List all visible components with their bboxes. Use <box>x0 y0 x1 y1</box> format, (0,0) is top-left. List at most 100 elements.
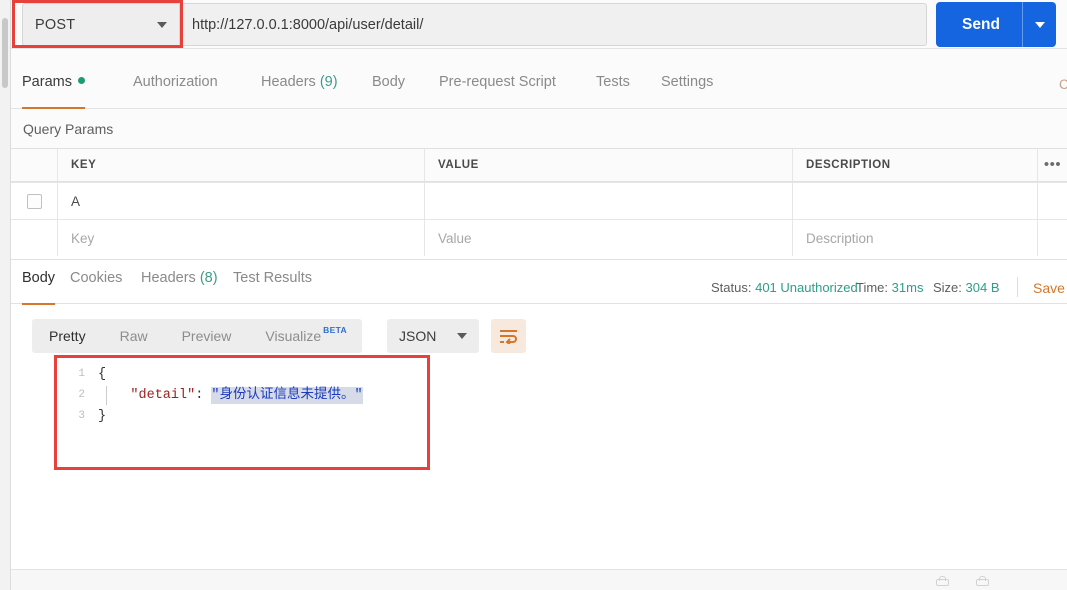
new-row-description-input[interactable]: Description <box>793 220 1038 256</box>
line-number: 3 <box>78 410 85 422</box>
table-header-row: KEY VALUE DESCRIPTION ••• <box>11 148 1067 182</box>
header-description-label: DESCRIPTION <box>806 159 891 171</box>
response-tab-headers-count: (8) <box>199 270 218 286</box>
new-row-key-input[interactable]: Key <box>58 220 425 256</box>
response-tab-body[interactable]: Body <box>22 270 56 305</box>
bulk-edit-button[interactable]: ••• <box>1038 149 1067 181</box>
view-visualize-button[interactable]: Visualize BETA <box>248 319 362 353</box>
tab-body-label: Body <box>372 74 406 90</box>
main-panel: POST http://127.0.0.1:8000/api/user/deta… <box>11 0 1067 590</box>
find-icon[interactable] <box>936 576 949 587</box>
chevron-down-icon <box>1034 21 1045 28</box>
response-tab-cookies[interactable]: Cookies <box>70 270 122 305</box>
tab-params[interactable]: Params <box>22 74 85 109</box>
view-pretty-label: Pretty <box>49 328 86 344</box>
json-property-value: "身份认证信息未提供。" <box>211 387 363 404</box>
response-language-label: JSON <box>399 328 437 344</box>
http-method-selector[interactable]: POST <box>22 3 179 46</box>
request-tabs: Params Authorization Headers (9) Body Pr… <box>11 49 1067 109</box>
header-cell-select <box>11 149 58 181</box>
tab-settings-label: Settings <box>661 74 714 90</box>
new-row-description-placeholder: Description <box>806 230 874 246</box>
response-tab-test-results[interactable]: Test Results <box>233 270 312 305</box>
json-open-brace: { <box>98 367 107 382</box>
size-value: 304 B <box>965 280 1000 295</box>
time-value: 31ms <box>891 280 924 295</box>
response-tab-body-label: Body <box>22 270 56 286</box>
view-pretty-button[interactable]: Pretty <box>32 319 103 353</box>
console-icon[interactable] <box>976 576 989 587</box>
postman-window: POST http://127.0.0.1:8000/api/user/deta… <box>0 0 1067 590</box>
tab-settings[interactable]: Settings <box>661 74 713 109</box>
header-cell-description: DESCRIPTION <box>793 149 1038 181</box>
tab-headers-label: Headers <box>261 74 316 90</box>
response-body-viewer[interactable]: 1 2 3 { "detail": "身份认证信息未提供。"} <box>22 360 1067 560</box>
toolbar-divider <box>382 319 383 353</box>
time-indicator: Time: 31ms <box>856 280 923 295</box>
response-view-switcher: Pretty Raw Preview Visualize BETA <box>32 319 362 353</box>
tab-pre-request-script-label: Pre-request Script <box>439 74 556 90</box>
sidebar-scrollbar[interactable] <box>2 18 8 88</box>
tab-headers-count: (9) <box>319 74 338 90</box>
ellipsis-icon: ••• <box>1043 156 1062 173</box>
new-row-checkbox-cell <box>11 220 58 256</box>
request-url-text: http://127.0.0.1:8000/api/user/detail/ <box>192 16 424 33</box>
response-tabs-bar: Body Cookies Headers (8) Test Results St… <box>11 259 1067 305</box>
new-row-key-placeholder: Key <box>71 230 95 246</box>
response-tab-headers-label: Headers <box>141 270 196 286</box>
header-key-label: KEY <box>71 159 97 171</box>
wrap-text-button[interactable] <box>491 319 526 353</box>
json-property-key: "detail" <box>130 388 196 403</box>
line-number: 1 <box>78 368 85 380</box>
response-language-selector[interactable]: JSON <box>387 319 479 353</box>
row-checkbox-cell[interactable] <box>11 183 58 219</box>
view-raw-label: Raw <box>119 328 148 344</box>
tab-params-label: Params <box>22 74 72 90</box>
save-response-button[interactable]: Save <box>1033 280 1065 296</box>
view-raw-button[interactable]: Raw <box>103 319 165 353</box>
view-preview-label: Preview <box>181 328 232 344</box>
response-tab-headers[interactable]: Headers (8) <box>141 270 218 305</box>
query-params-heading: Query Params <box>11 109 1067 148</box>
row-description-cell[interactable] <box>793 183 1038 219</box>
line-number: 2 <box>78 389 85 401</box>
table-row-new[interactable]: Key Value Description <box>11 219 1067 256</box>
request-url-input[interactable]: http://127.0.0.1:8000/api/user/detail/ <box>179 3 927 46</box>
line-number-gutter: 1 2 3 <box>69 364 85 427</box>
chevron-down-icon <box>157 21 167 28</box>
tab-pre-request-script[interactable]: Pre-request Script <box>439 74 556 109</box>
beta-badge: BETA <box>323 325 347 335</box>
row-key-value: A <box>71 193 81 209</box>
left-sidebar-edge <box>0 0 11 590</box>
row-value-cell[interactable] <box>425 183 793 219</box>
view-visualize-label: Visualize <box>265 328 322 344</box>
response-json-code: { "detail": "身份认证信息未提供。"} <box>98 364 363 427</box>
send-options-button[interactable] <box>1023 2 1056 47</box>
tab-tests[interactable]: Tests <box>596 74 630 109</box>
tab-tests-label: Tests <box>596 74 630 90</box>
row-actions-cell[interactable] <box>1038 183 1067 219</box>
meta-divider <box>1017 277 1018 297</box>
status-label: Status: <box>711 280 752 295</box>
request-url-bar: POST http://127.0.0.1:8000/api/user/deta… <box>11 0 1067 49</box>
json-close-brace: } <box>98 409 107 424</box>
send-button[interactable]: Send <box>936 2 1056 47</box>
wrap-text-icon <box>500 330 517 344</box>
chevron-down-icon <box>457 333 467 339</box>
row-key-cell[interactable]: A <box>58 183 425 219</box>
status-indicator: Status: 401 Unauthorized <box>711 280 858 295</box>
response-tab-cookies-label: Cookies <box>70 270 123 286</box>
params-modified-dot-icon <box>77 77 85 84</box>
new-row-actions-cell <box>1038 220 1067 256</box>
row-enable-checkbox[interactable] <box>26 193 42 209</box>
tab-authorization[interactable]: Authorization <box>133 74 218 109</box>
tab-headers[interactable]: Headers (9) <box>261 74 338 109</box>
query-params-table: KEY VALUE DESCRIPTION ••• A Key Value De… <box>11 148 1067 256</box>
cookies-link[interactable]: Cookies <box>1059 77 1067 92</box>
view-preview-button[interactable]: Preview <box>165 319 249 353</box>
table-row[interactable]: A <box>11 182 1067 219</box>
tab-body[interactable]: Body <box>372 74 405 109</box>
new-row-value-input[interactable]: Value <box>425 220 793 256</box>
json-colon: : <box>195 388 212 403</box>
